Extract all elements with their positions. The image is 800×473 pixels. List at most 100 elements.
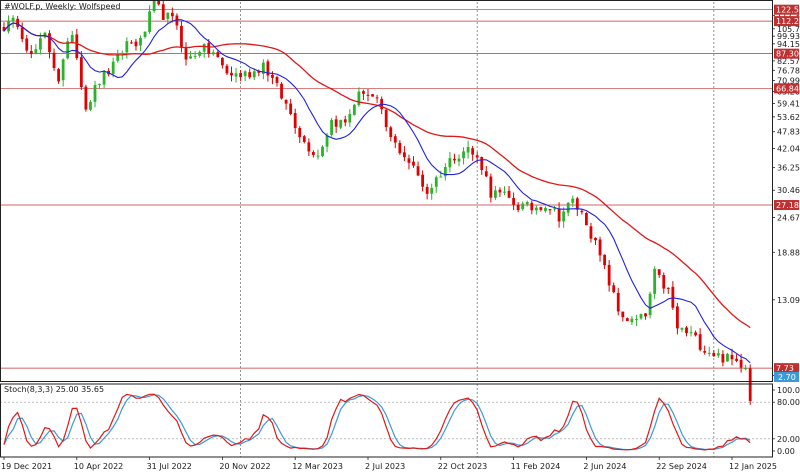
candle-body-65 <box>298 128 302 138</box>
candle-body-154 <box>703 350 707 353</box>
candle-body-49 <box>225 65 229 74</box>
candle-body-42 <box>193 55 197 57</box>
candle-body-31 <box>143 31 147 37</box>
candle-body-81 <box>371 94 374 97</box>
level-badge-label-2: 87.30 <box>776 50 799 59</box>
candle-body-122 <box>557 208 561 222</box>
candle-body-64 <box>293 113 297 129</box>
candle-body-79 <box>362 91 365 94</box>
candle-body-3 <box>16 18 20 27</box>
candle-body-35 <box>161 4 165 20</box>
candle-body-72 <box>330 119 333 135</box>
price-tick-label-5: 76.78 <box>777 66 800 75</box>
candle-body-75 <box>343 119 347 123</box>
candle-body-66 <box>302 136 306 142</box>
price-tick-label-3: 94.15 <box>777 40 800 49</box>
candle-body-115 <box>525 202 529 205</box>
price-tick-label-11: 42.04 <box>777 144 800 153</box>
candle-body-54 <box>248 72 252 78</box>
candle-body-6 <box>29 51 33 55</box>
candle-body-39 <box>180 25 183 48</box>
candle-body-105 <box>480 157 484 171</box>
candle-body-133 <box>607 264 611 286</box>
candle-body-145 <box>662 275 666 289</box>
candle-body-17 <box>79 57 83 88</box>
candle-body-152 <box>694 332 697 336</box>
candle-body-153 <box>698 334 702 350</box>
candle-body-22 <box>102 71 106 85</box>
candle-body-78 <box>357 91 361 106</box>
candle-body-40 <box>184 48 188 60</box>
candle-body-142 <box>648 293 652 316</box>
time-tick-label-0: 19 Dec 2021 <box>1 462 52 471</box>
candle-body-99 <box>453 158 456 161</box>
candle-body-125 <box>571 198 575 203</box>
candle-body-13 <box>61 59 65 81</box>
candle-body-7 <box>34 49 38 54</box>
candle-body-84 <box>384 109 388 128</box>
candle-body-50 <box>230 72 233 76</box>
candle-body-73 <box>334 119 338 127</box>
candle-body-102 <box>466 146 470 153</box>
time-tick-label-4: 12 Mar 2023 <box>292 462 343 471</box>
level-badge-label-0: 122.52 <box>776 6 800 15</box>
candle-body-86 <box>393 136 397 143</box>
candle-body-107 <box>489 176 493 198</box>
candle-body-52 <box>239 73 242 78</box>
current-price-label: 2.70 <box>778 373 796 382</box>
candle-body-126 <box>575 198 579 210</box>
candle-body-104 <box>475 155 479 158</box>
candle-body-120 <box>548 209 552 211</box>
candle-body-94 <box>430 187 434 194</box>
candle-body-43 <box>198 52 202 56</box>
candle-body-137 <box>625 318 629 322</box>
candle-body-68 <box>312 152 315 155</box>
candle-body-67 <box>307 142 311 152</box>
candle-body-95 <box>434 177 438 187</box>
candle-body-27 <box>125 41 129 53</box>
candle-body-149 <box>680 328 684 330</box>
candle-body-148 <box>676 306 679 329</box>
price-tick-label-12: 36.25 <box>777 164 800 173</box>
candle-body-92 <box>421 174 424 187</box>
candle-body-59 <box>271 74 274 78</box>
candle-body-33 <box>152 0 156 12</box>
candle-body-18 <box>84 86 88 110</box>
candle-body-116 <box>530 202 534 211</box>
price-tick-label-13: 30.46 <box>777 186 800 195</box>
candle-body-156 <box>712 352 716 357</box>
candle-body-90 <box>412 161 415 166</box>
price-tick-label-16: 13.09 <box>777 296 800 305</box>
candle-body-140 <box>639 314 643 319</box>
candle-body-127 <box>580 210 584 213</box>
candle-body-89 <box>407 158 411 163</box>
stoch-tick-label-3: 0.00 <box>777 447 795 456</box>
candle-body-8 <box>39 38 42 50</box>
candle-body-19 <box>89 101 92 110</box>
candle-body-2 <box>11 17 15 22</box>
time-tick-label-5: 2 Jul 2023 <box>365 462 405 471</box>
candle-body-138 <box>630 318 634 323</box>
candle-body-70 <box>321 146 324 157</box>
candle-body-136 <box>621 311 625 318</box>
candle-body-157 <box>716 353 720 356</box>
candle-body-30 <box>139 37 142 46</box>
candle-body-139 <box>635 318 638 320</box>
candle-body-14 <box>66 41 70 59</box>
candle-body-101 <box>462 151 465 159</box>
candle-body-164 <box>748 368 752 401</box>
price-tick-label-10: 47.83 <box>777 128 800 137</box>
price-tick-label-8: 59.41 <box>777 100 800 109</box>
candle-body-24 <box>111 61 115 74</box>
time-tick-label-10: 12 Jan 2025 <box>729 462 777 471</box>
candle-body-141 <box>644 313 647 317</box>
time-tick-label-2: 31 Jul 2022 <box>147 462 192 471</box>
candle-body-151 <box>689 332 693 334</box>
candle-body-111 <box>507 190 511 198</box>
candle-body-159 <box>726 353 729 362</box>
candle-body-163 <box>744 368 748 370</box>
stoch-tick-label-1: 80.00 <box>777 398 800 407</box>
candle-body-21 <box>98 83 101 85</box>
candle-body-71 <box>325 135 329 147</box>
candle-body-55 <box>252 71 256 78</box>
